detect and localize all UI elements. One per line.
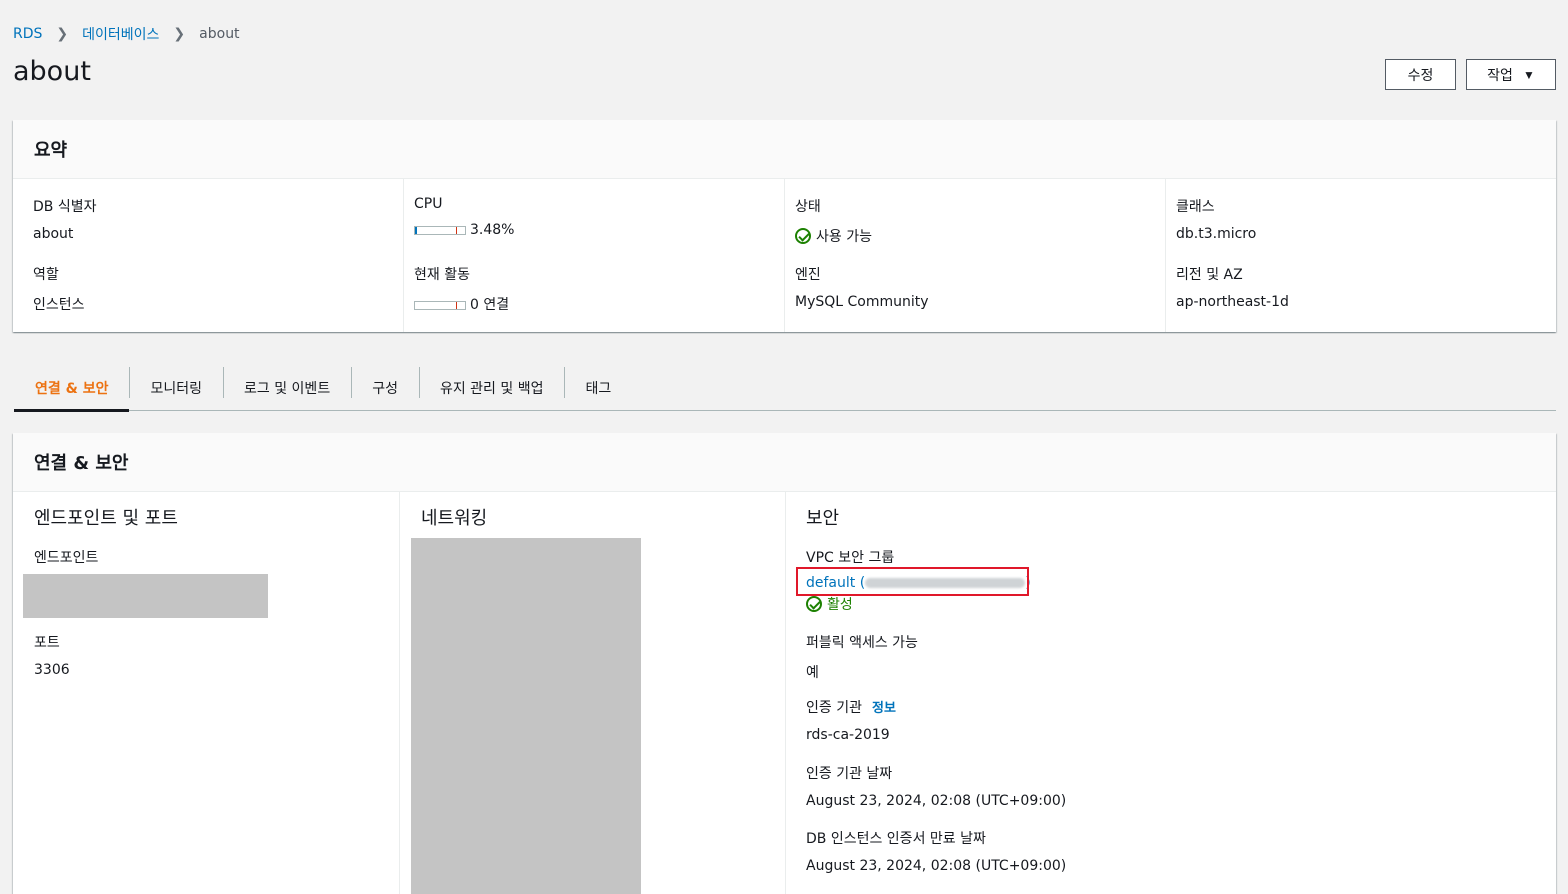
public-access-value: 예: [806, 665, 819, 681]
cert-expiry-field: DB 인스턴스 인증서 만료 날짜 August 23, 2024, 02:08…: [806, 828, 1066, 874]
public-access-label: 퍼블릭 액세스 가능: [806, 635, 918, 651]
db-identifier-value: about: [33, 226, 74, 242]
activity-value: 0 연결: [470, 297, 510, 313]
class-field: 클래스 db.t3.micro: [1176, 196, 1256, 242]
class-label: 클래스: [1176, 199, 1215, 215]
activity-value-row: 0 연결: [414, 294, 509, 314]
status-field: 상태 사용 가능: [795, 196, 872, 246]
actions-button-label: 작업: [1487, 66, 1513, 83]
ca-label: 인증 기관: [806, 700, 862, 716]
tab-configuration[interactable]: 구성: [351, 364, 419, 411]
breadcrumb-current: about: [199, 26, 240, 42]
activity-meter: [414, 300, 466, 310]
security-section-title: 보안: [806, 508, 840, 529]
ca-date-value: August 23, 2024, 02:08 (UTC+09:00): [806, 793, 1067, 809]
actions-button[interactable]: 작업 ▼: [1466, 59, 1556, 90]
endpoint-field: 엔드포인트: [34, 547, 98, 567]
port-label: 포트: [34, 635, 60, 651]
breadcrumb-rds[interactable]: RDS: [13, 26, 42, 42]
networking-section-title: 네트워킹: [421, 508, 488, 529]
port-value: 3306: [34, 662, 70, 678]
summary-col-identifier: DB 식별자 about 역할 인스턴스: [13, 179, 403, 332]
connectivity-title: 연결 & 보안: [13, 433, 1556, 492]
summary-title: 요약: [13, 120, 1556, 179]
page-title: about: [13, 56, 91, 87]
status-value-row: 사용 가능: [795, 226, 872, 246]
engine-field: 엔진 MySQL Community: [795, 264, 929, 310]
cpu-meter-fill: [415, 226, 417, 234]
endpoint-section-title: 엔드포인트 및 포트: [34, 508, 178, 529]
port-field: 포트 3306: [34, 632, 70, 678]
breadcrumb: RDS ❯ 데이터베이스 ❯ about: [13, 24, 240, 44]
ca-date-label: 인증 기관 날짜: [806, 766, 893, 782]
activity-meter-threshold: [456, 301, 457, 309]
activity-field: 현재 활동 0 연결: [414, 264, 509, 314]
endpoint-redacted: [23, 574, 268, 618]
tab-connectivity-security[interactable]: 연결 & 보안: [14, 364, 130, 412]
caret-down-icon: ▼: [1522, 67, 1535, 82]
region-value: ap-northeast-1d: [1176, 294, 1289, 310]
detail-tabs: 연결 & 보안 모니터링 로그 및 이벤트 구성 유지 관리 및 백업 태그: [14, 364, 1556, 412]
status-label: 상태: [795, 199, 821, 215]
chevron-right-icon: ❯: [56, 26, 69, 42]
summary-col-status: 상태 사용 가능 엔진 MySQL Community: [784, 179, 1165, 332]
breadcrumb-databases[interactable]: 데이터베이스: [82, 24, 159, 44]
summary-panel: 요약 DB 식별자 about 역할 인스턴스 CPU 3.48% 현재 활동: [13, 120, 1556, 332]
region-field: 리전 및 AZ ap-northeast-1d: [1176, 264, 1289, 310]
vpc-status: 활성: [827, 597, 853, 613]
tab-maintenance-backups[interactable]: 유지 관리 및 백업: [418, 364, 565, 411]
security-section: 보안 VPC 보안 그룹 default () 활성 퍼블릭 액세스 가능 예 …: [785, 492, 1556, 894]
networking-redacted: [411, 538, 641, 894]
cpu-meter: [414, 225, 466, 235]
role-label: 역할: [33, 267, 59, 283]
tab-monitoring[interactable]: 모니터링: [129, 364, 223, 411]
cpu-value: 3.48%: [470, 222, 515, 238]
vpc-status-row: 활성: [806, 594, 1031, 614]
ca-value: rds-ca-2019: [806, 727, 890, 743]
endpoint-label: 엔드포인트: [34, 550, 99, 566]
tab-tags[interactable]: 태그: [564, 364, 632, 411]
ca-label-row: 인증 기관 정보: [806, 697, 896, 717]
summary-col-class: 클래스 db.t3.micro 리전 및 AZ ap-northeast-1d: [1165, 179, 1556, 332]
cpu-meter-threshold: [456, 226, 457, 234]
edit-button[interactable]: 수정: [1385, 59, 1456, 90]
networking-section: 네트워킹: [399, 492, 785, 894]
check-circle-icon: [806, 596, 822, 612]
summary-col-cpu: CPU 3.48% 현재 활동 0 연결: [403, 179, 784, 332]
endpoint-section: 엔드포인트 및 포트 엔드포인트 포트 3306: [13, 492, 399, 894]
highlight-box: [796, 567, 1029, 596]
cpu-label: CPU: [414, 196, 443, 212]
db-identifier-field: DB 식별자 about: [33, 196, 96, 242]
ca-date-field: 인증 기관 날짜 August 23, 2024, 02:08 (UTC+09:…: [806, 763, 1066, 809]
public-access-field: 퍼블릭 액세스 가능 예: [806, 632, 918, 682]
role-field: 역할 인스턴스: [33, 264, 85, 314]
cert-expiry-label: DB 인스턴스 인증서 만료 날짜: [806, 831, 986, 847]
connectivity-panel: 연결 & 보안 엔드포인트 및 포트 엔드포인트 포트 3306 네트워킹 보안…: [13, 433, 1556, 894]
ca-info-link[interactable]: 정보: [872, 701, 896, 716]
status-value: 사용 가능: [816, 229, 872, 245]
class-value: db.t3.micro: [1176, 226, 1257, 242]
region-label: 리전 및 AZ: [1176, 267, 1243, 283]
cpu-value-row: 3.48%: [414, 222, 514, 238]
tab-logs-events[interactable]: 로그 및 이벤트: [223, 364, 351, 411]
role-value: 인스턴스: [33, 297, 85, 313]
chevron-right-icon: ❯: [173, 26, 186, 42]
cpu-field: CPU 3.48%: [414, 196, 514, 238]
activity-label: 현재 활동: [414, 267, 470, 283]
ca-field: 인증 기관 정보 rds-ca-2019: [806, 697, 896, 743]
check-circle-icon: [795, 228, 811, 244]
db-identifier-label: DB 식별자: [33, 199, 97, 215]
cert-expiry-value: August 23, 2024, 02:08 (UTC+09:00): [806, 858, 1067, 874]
engine-value: MySQL Community: [795, 294, 929, 310]
engine-label: 엔진: [795, 267, 821, 283]
vpc-security-group-label: VPC 보안 그룹: [806, 550, 895, 566]
